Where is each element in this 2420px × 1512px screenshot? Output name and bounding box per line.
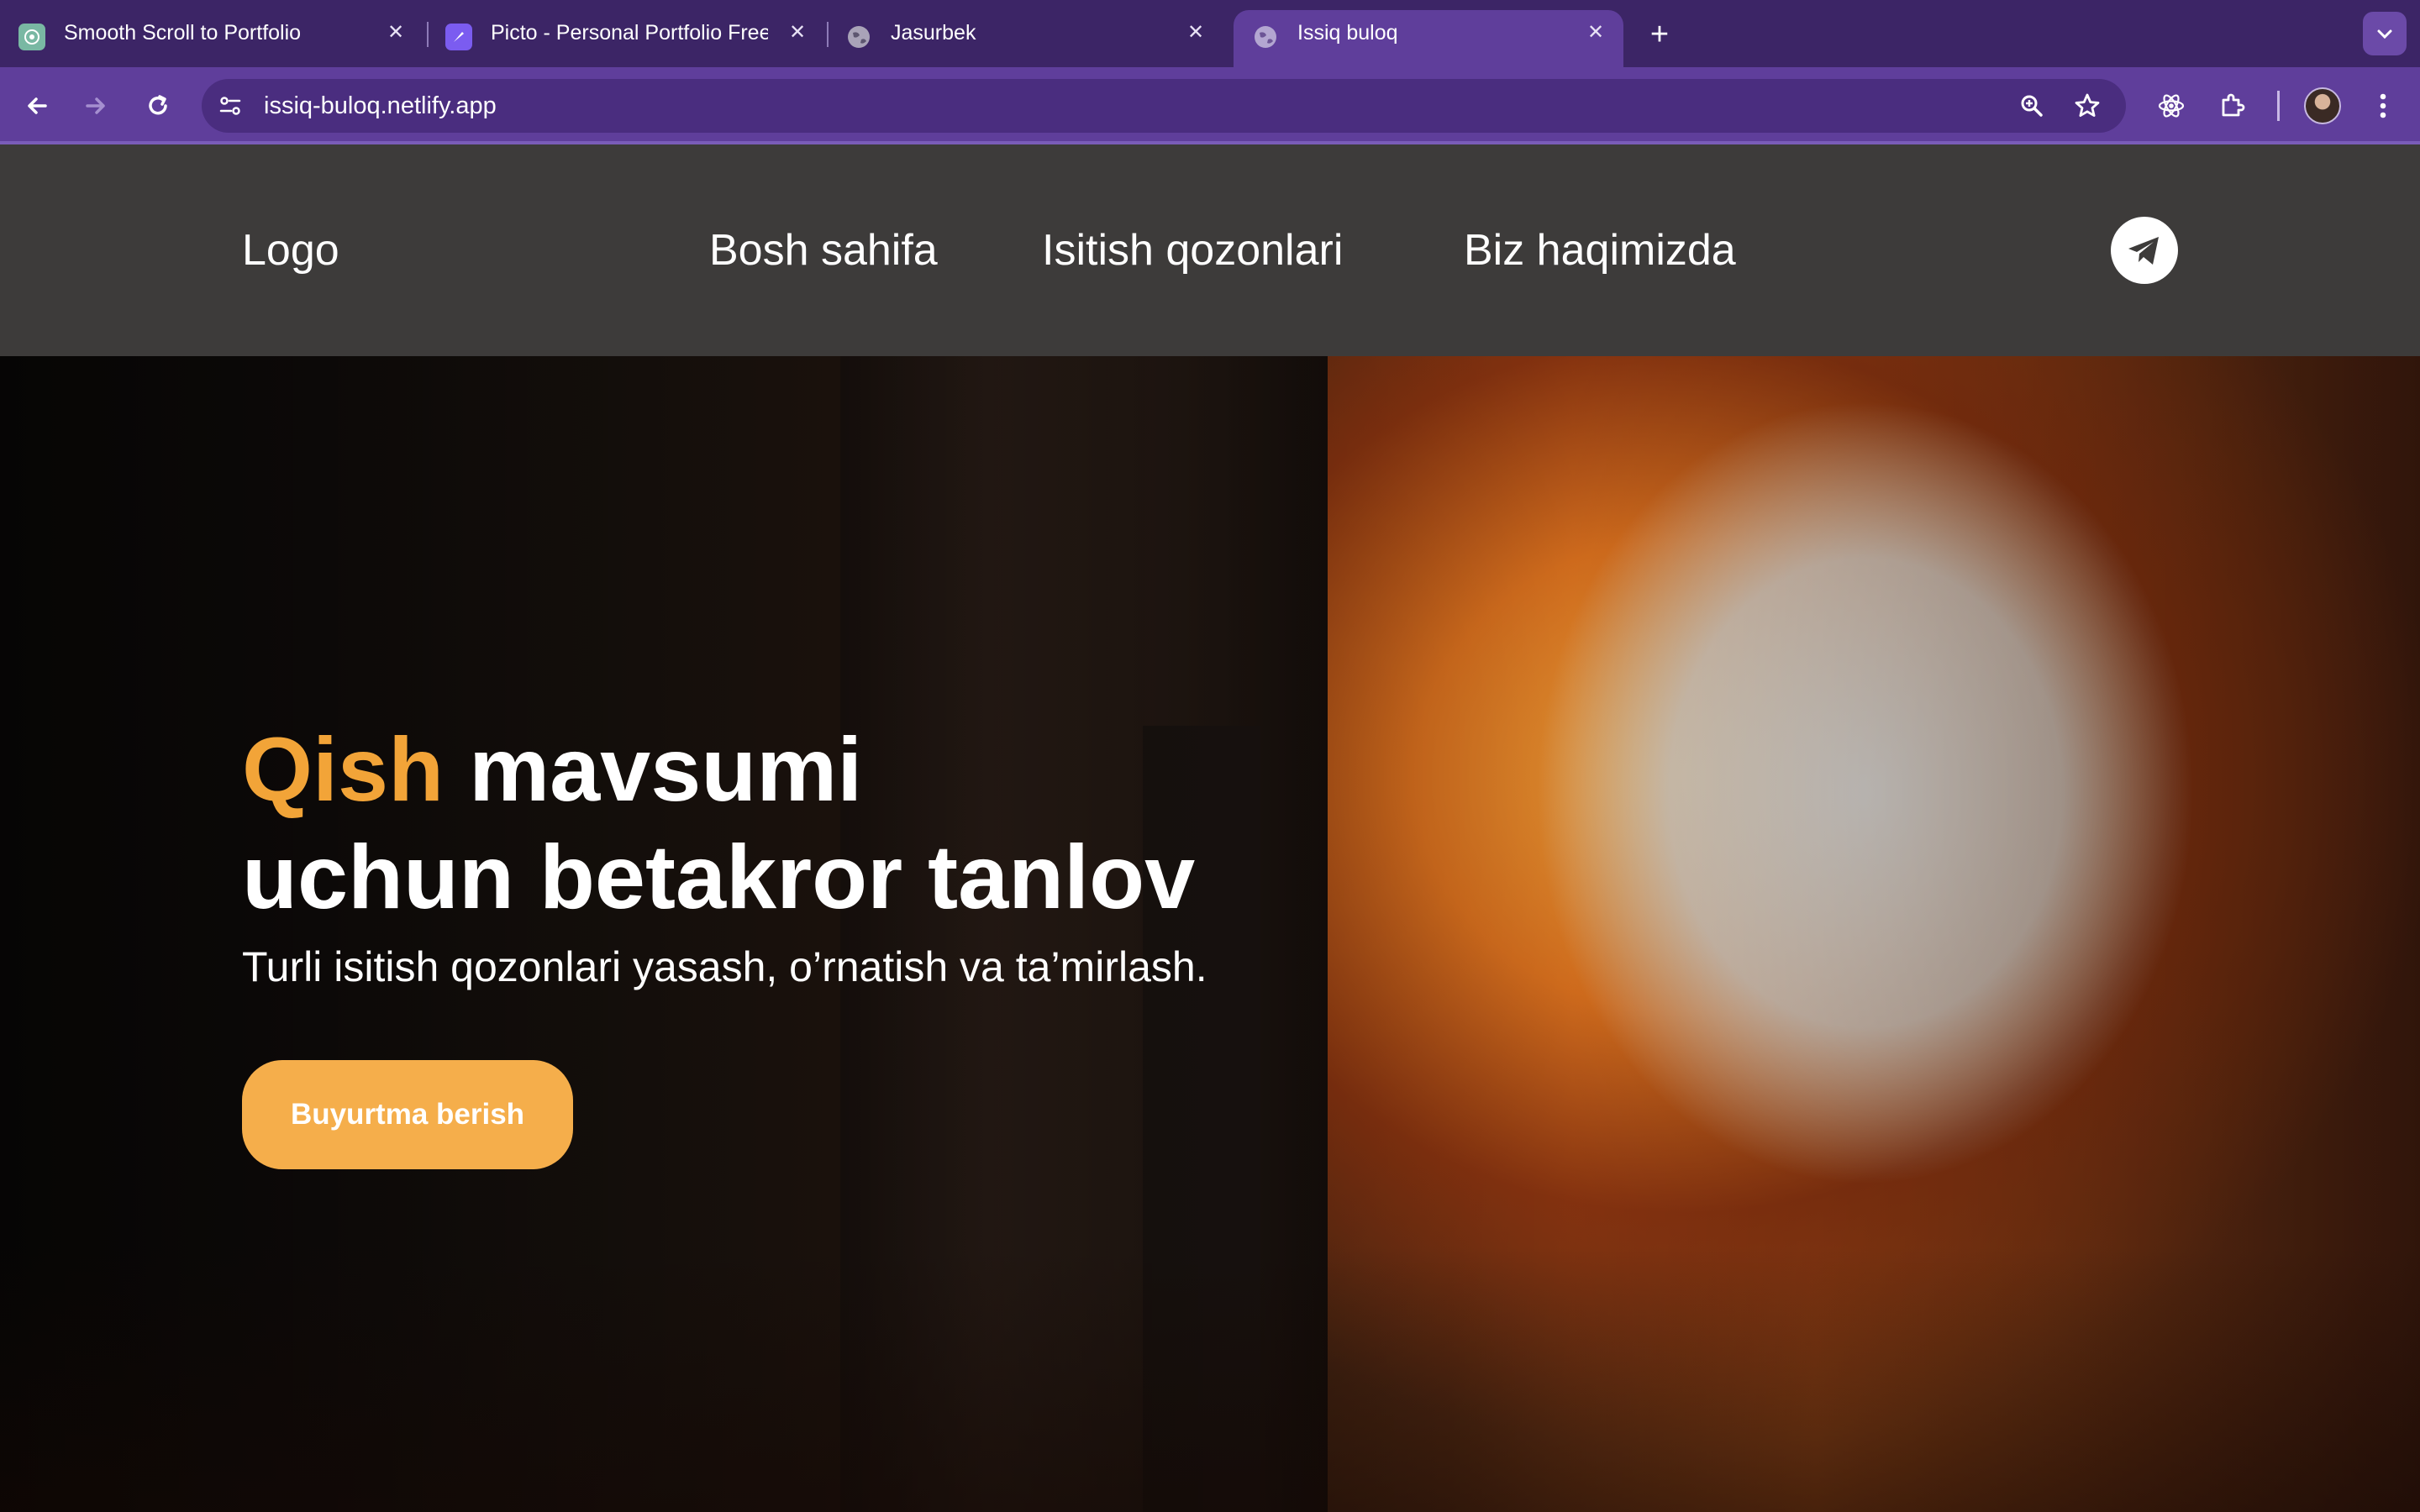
telegram-button[interactable] xyxy=(2111,217,2178,284)
react-devtools-icon[interactable] xyxy=(2153,87,2190,124)
close-tab-icon[interactable]: ✕ xyxy=(1581,18,1610,47)
tab-title: Smooth Scroll to Portfolio xyxy=(64,21,302,45)
browser-tab-smooth-scroll[interactable]: Smooth Scroll to Portfolio ✕ xyxy=(0,10,420,67)
new-tab-button[interactable]: + xyxy=(1640,15,1679,54)
arrow-left-icon xyxy=(28,97,47,114)
hero-bottom-shade xyxy=(0,1247,2420,1512)
hero-subtitle: Turli isitish qozonlari yasash, o’rnatis… xyxy=(242,943,1207,990)
chevron-down-icon xyxy=(2377,29,2392,39)
close-tab-icon[interactable]: ✕ xyxy=(381,18,410,47)
nav-link-bosh-sahifa[interactable]: Bosh sahifa xyxy=(709,144,938,356)
toolbar-separator xyxy=(2277,91,2280,121)
browser-tab-picto[interactable]: Picto - Personal Portfolio Free ✕ xyxy=(427,10,827,67)
browser-tab-jasurbek[interactable]: Jasurbek ✕ xyxy=(827,10,1227,67)
url-text[interactable]: issiq-buloq.netlify.app xyxy=(264,79,497,133)
profile-avatar[interactable] xyxy=(2304,87,2341,124)
zoom-icon[interactable] xyxy=(2013,87,2050,124)
hero-section xyxy=(0,356,2420,1512)
site-logo[interactable]: Logo xyxy=(242,144,339,356)
extensions-icon[interactable] xyxy=(2213,87,2250,124)
nav-link-biz-haqimizda[interactable]: Biz haqimizda xyxy=(1464,144,1736,356)
tab-title: Jasurbek xyxy=(891,21,976,45)
reload-icon xyxy=(149,95,167,115)
nav-link-isitish-qozonlari[interactable]: Isitish qozonlari xyxy=(1042,144,1343,356)
close-tab-icon[interactable]: ✕ xyxy=(1181,18,1210,47)
chatgpt-icon xyxy=(18,24,45,50)
globe-icon xyxy=(1252,24,1279,50)
hero-title-line1: mavsumi xyxy=(469,718,863,820)
tab-title: Issiq buloq xyxy=(1297,21,1398,45)
globe-icon xyxy=(845,24,872,50)
reload-button[interactable] xyxy=(138,86,178,126)
more-menu-icon[interactable] xyxy=(2365,87,2402,124)
hero-title-line2: uchun betakror tanlov xyxy=(242,826,1196,927)
tab-title: Picto - Personal Portfolio Free xyxy=(491,21,768,45)
forward-button[interactable] xyxy=(76,86,116,126)
browser-tab-issiq-buloq[interactable]: Issiq buloq ✕ xyxy=(1234,10,1623,67)
hero-title: Qish mavsumi uchun betakror tanlov xyxy=(242,716,1195,931)
telegram-icon xyxy=(2128,237,2159,265)
close-tab-icon[interactable]: ✕ xyxy=(783,18,812,47)
bookmark-star-icon[interactable] xyxy=(2069,87,2106,124)
back-button[interactable] xyxy=(17,86,57,126)
hero-title-accent: Qish xyxy=(242,718,445,820)
arrow-right-icon xyxy=(86,97,105,114)
tab-search-button[interactable] xyxy=(2363,12,2407,55)
order-button[interactable]: Buyurtma berish xyxy=(242,1060,573,1169)
feather-icon xyxy=(445,24,472,50)
site-info-icon[interactable] xyxy=(215,91,245,121)
